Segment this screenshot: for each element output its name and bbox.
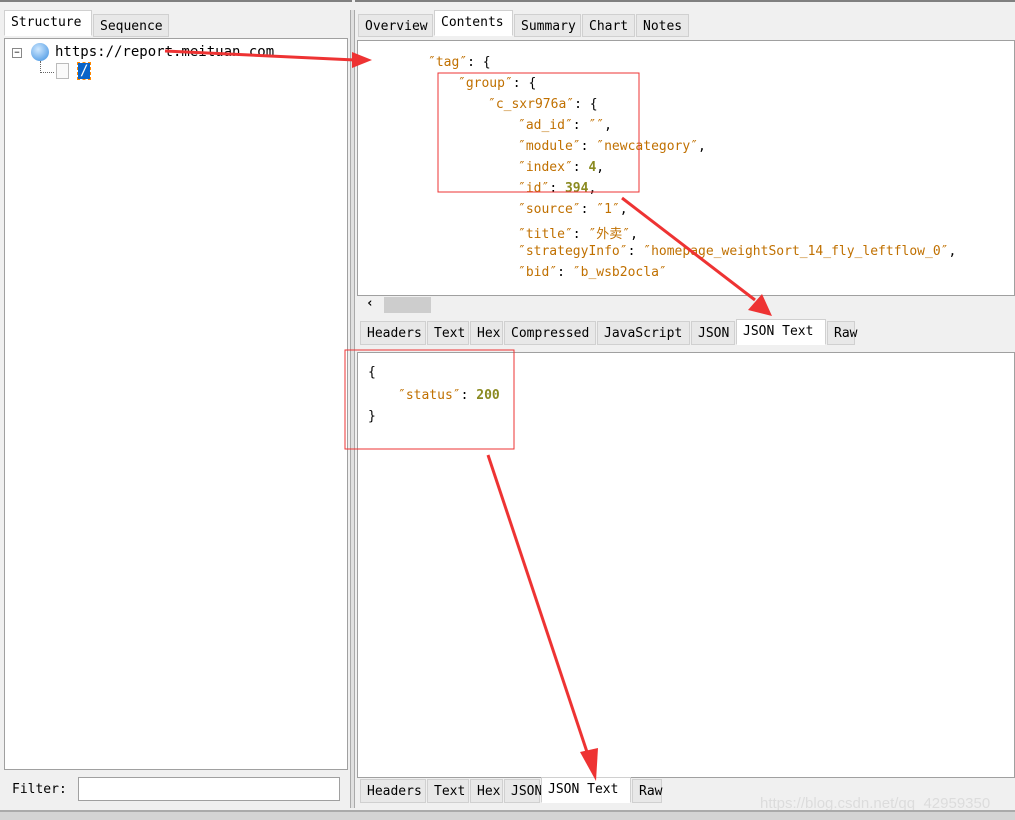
json-line: ″bid″: ″b_wsb2ocla″ [518, 265, 667, 280]
json-line: ″ad_id″: ″″, [518, 118, 612, 133]
json-number: 394 [564, 181, 589, 196]
file-icon [56, 63, 69, 79]
json-open-brace: { [368, 365, 376, 380]
json-punct: , [604, 118, 612, 133]
tree-line [40, 61, 54, 73]
request-tabs: Headers Text Hex Compressed JavaScript JSON JS… [360, 319, 1015, 347]
top-tabs: Overview Contents Summary Chart Notes [358, 10, 1015, 38]
json-punct: , [588, 181, 597, 196]
structure-tree: − https://report.meituan.com / [4, 38, 348, 770]
tab-notes[interactable]: Notes [636, 14, 689, 37]
tab-res-raw[interactable]: Raw [632, 779, 662, 803]
json-line: ″group″: { [458, 76, 536, 91]
json-string: ″newcategory″ [596, 139, 699, 154]
tab-summary[interactable]: Summary [514, 14, 581, 37]
tab-res-headers[interactable]: Headers [360, 779, 426, 803]
request-json-view: ″tag″: {″group″: {″c_sxr976a″: {″ad_id″:… [357, 40, 1015, 296]
json-string: ″1″ [596, 202, 620, 217]
json-punct: : { [467, 55, 491, 70]
json-line: ″index″: 4, [518, 160, 605, 175]
tab-res-hex[interactable]: Hex [470, 779, 503, 803]
json-line: ″source″: ″1″, [518, 202, 628, 217]
json-line: ″module″: ″newcategory″, [518, 139, 706, 154]
tab-overview[interactable]: Overview [358, 14, 433, 37]
json-key: ″ad_id″ [518, 118, 573, 133]
tab-structure[interactable]: Structure [4, 10, 92, 36]
tree-path-selected[interactable]: / [76, 62, 92, 80]
json-key: ″title″ [518, 227, 573, 242]
tab-res-text[interactable]: Text [427, 779, 469, 803]
filter-label: Filter: [12, 782, 67, 797]
tab-req-headers[interactable]: Headers [360, 321, 426, 345]
status-bar [0, 810, 1015, 820]
json-close-brace: } [368, 409, 376, 424]
json-key: ″strategyInfo″ [518, 244, 628, 259]
json-punct: : { [574, 97, 598, 112]
tab-req-compressed[interactable]: Compressed [504, 321, 596, 345]
json-key: ″bid″ [518, 265, 558, 280]
json-string: ″外卖″ [588, 227, 631, 242]
json-punct: : { [512, 76, 537, 91]
json-line: ″id″: 394, [518, 181, 597, 196]
tab-res-json[interactable]: JSON [504, 779, 542, 803]
json-punct: , [698, 139, 706, 154]
json-key: ″group″ [458, 76, 513, 91]
json-key: ″module″ [518, 139, 581, 154]
json-punct: , [619, 202, 628, 217]
left-pane: Structure Sequence − https://report.meit… [0, 0, 352, 808]
json-line: ″tag″: { [428, 55, 491, 70]
tab-sequence[interactable]: Sequence [93, 14, 169, 37]
right-pane: Overview Contents Summary Chart Notes ″t… [355, 0, 1015, 812]
json-string: ″b_wsb2ocla″ [572, 265, 667, 280]
globe-icon [31, 43, 49, 61]
tab-req-json[interactable]: JSON [691, 321, 735, 345]
tab-req-text[interactable]: Text [427, 321, 469, 345]
json-key: ″index″ [518, 160, 573, 175]
json-key: ″c_sxr976a″ [488, 97, 575, 112]
tree-host[interactable]: https://report.meituan.com [55, 44, 274, 60]
filter-input[interactable] [78, 777, 340, 801]
json-line: ″title″: ″外卖″, [518, 227, 638, 242]
tab-res-json-text[interactable]: JSON Text [541, 777, 631, 803]
json-string: ″homepage_weightSort_14_fly_leftflow_0″ [643, 244, 949, 259]
json-punct: , [596, 160, 605, 175]
tab-contents[interactable]: Contents [434, 10, 513, 36]
scroll-left-icon[interactable]: ‹ [366, 296, 374, 311]
tab-chart[interactable]: Chart [582, 14, 635, 37]
json-key: ″id″ [518, 181, 550, 196]
left-tabs: Structure Sequence [4, 10, 344, 38]
tab-req-json-text[interactable]: JSON Text [736, 319, 826, 345]
json-punct: , [948, 244, 957, 259]
tab-req-hex[interactable]: Hex [470, 321, 503, 345]
json-line: ″strategyInfo″: ″homepage_weightSort_14_… [518, 244, 957, 259]
json-line: ″c_sxr976a″: { [488, 97, 598, 112]
collapse-icon[interactable]: − [12, 48, 22, 58]
tab-req-raw[interactable]: Raw [827, 321, 857, 345]
horizontal-scrollbar[interactable]: ‹ [357, 296, 1015, 314]
json-status-line: ″status″: 200 [398, 388, 500, 403]
json-key: ″status″ [398, 388, 461, 403]
json-punct: , [630, 227, 638, 242]
json-string: ″″ [588, 118, 605, 133]
json-number: 200 [476, 388, 500, 403]
response-json-view: { ″status″: 200 } [357, 352, 1015, 778]
tab-req-javascript[interactable]: JavaScript [597, 321, 690, 345]
json-key: ″tag″ [428, 55, 468, 70]
json-key: ″source″ [518, 202, 581, 217]
scroll-thumb[interactable] [384, 297, 431, 313]
